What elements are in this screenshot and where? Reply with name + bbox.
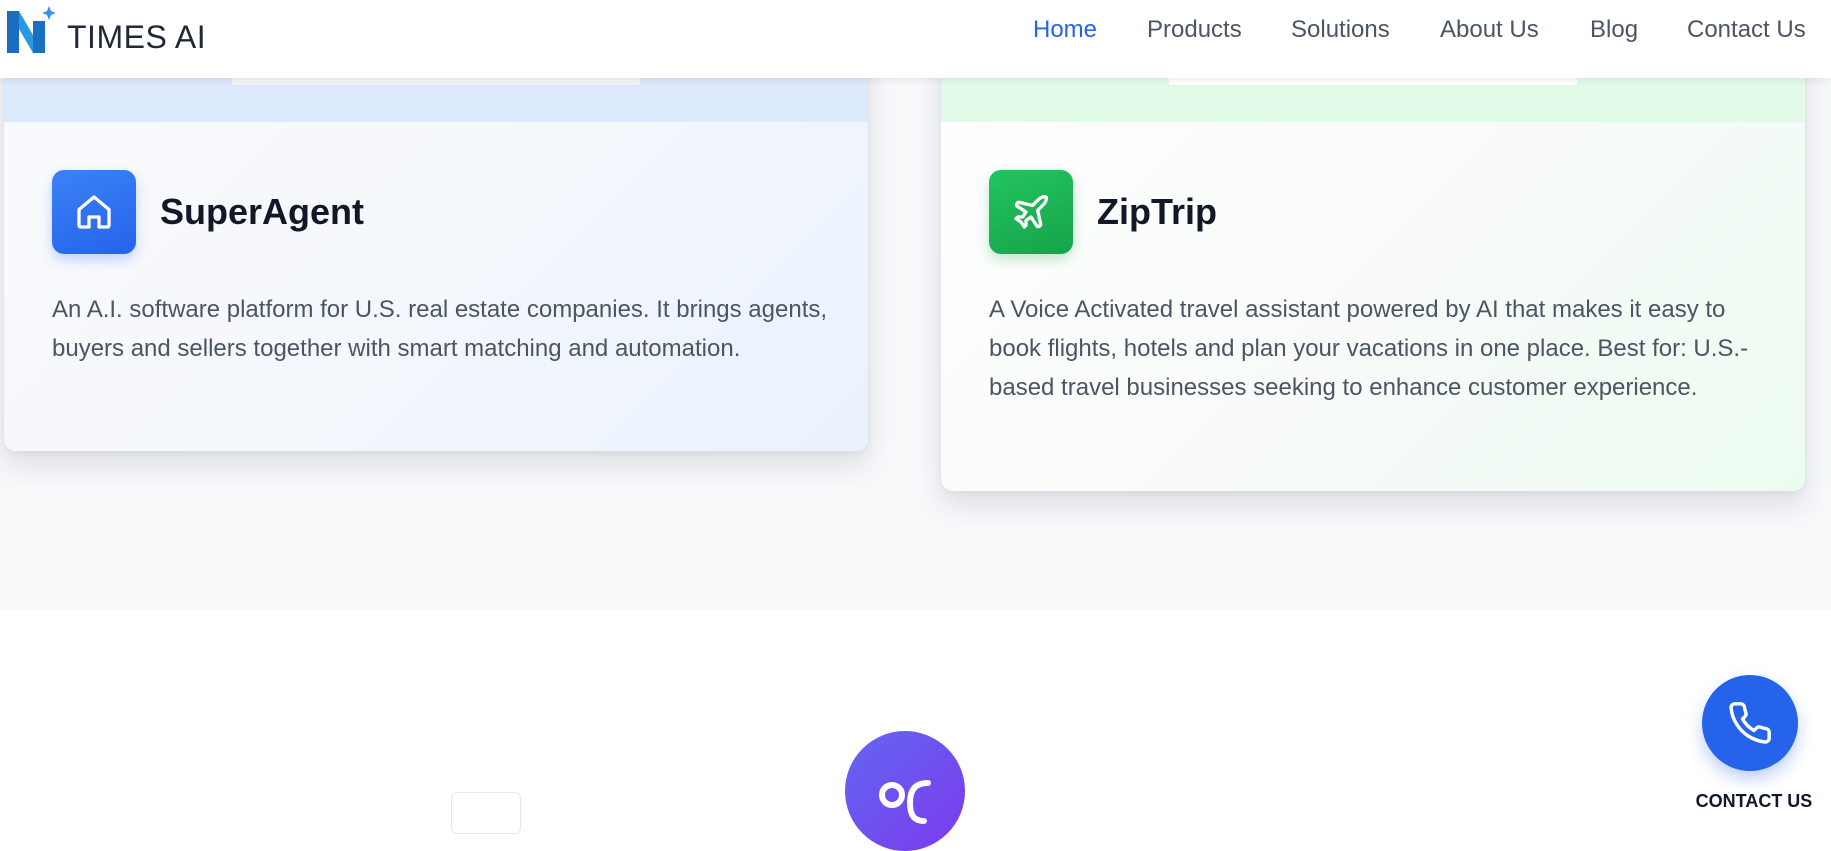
navbar: TIMES AI Home Products Solutions About U… bbox=[0, 0, 1831, 78]
product-description: An A.I. software platform for U.S. real … bbox=[52, 296, 828, 362]
product-description: A Voice Activated travel assistant power… bbox=[989, 296, 1749, 401]
nav-about-us[interactable]: About Us bbox=[1440, 16, 1539, 44]
nav-menu: Home Products Solutions About Us Blog Co… bbox=[0, 0, 1831, 62]
nav-contact-us[interactable]: Contact Us bbox=[1687, 16, 1806, 44]
nav-home[interactable]: Home bbox=[1033, 16, 1097, 44]
product-title: SuperAgent bbox=[160, 191, 365, 232]
products-section: SuperAgent An A.I. software platform for… bbox=[0, 0, 1831, 610]
nav-blog[interactable]: Blog bbox=[1590, 16, 1638, 44]
phone-icon bbox=[1729, 702, 1771, 744]
call-button[interactable] bbox=[1702, 675, 1798, 771]
nav-products[interactable]: Products bbox=[1147, 16, 1242, 44]
plane-icon bbox=[989, 170, 1073, 254]
feature-icon-circle bbox=[845, 731, 965, 851]
nav-solutions[interactable]: Solutions bbox=[1291, 16, 1390, 44]
connection-icon bbox=[879, 780, 931, 824]
contact-us-label[interactable]: CONTACT US bbox=[1686, 788, 1822, 814]
partial-card bbox=[451, 792, 521, 834]
house-icon bbox=[52, 170, 136, 254]
product-title: ZipTrip bbox=[1097, 191, 1217, 232]
